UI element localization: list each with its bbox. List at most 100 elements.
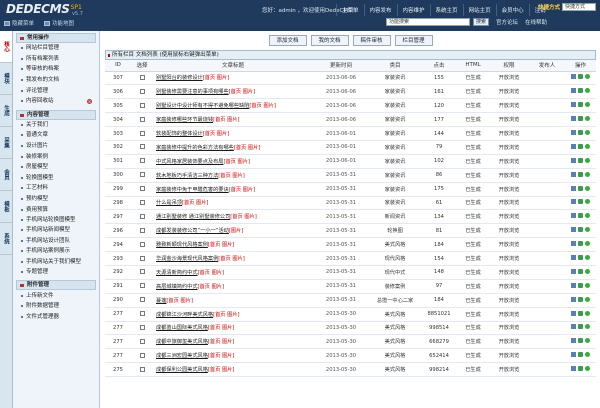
cell-category[interactable]: 家装资讯 [369,84,421,100]
preview-icon[interactable] [578,255,583,261]
document-title-link[interactable]: 天源清新简约中式 [156,270,198,276]
view-icon[interactable] [585,282,590,288]
view-icon[interactable] [585,116,590,122]
cell-category[interactable]: 总揽一中心二家 [369,293,421,308]
edit-icon[interactable] [571,157,576,163]
cell-category[interactable]: 家装资讯 [369,71,421,86]
table-row[interactable]: 301 中式风格家居装饰要点及布局[首页 图片] 2013-06-01 家装资讯 102… [105,154,596,169]
edit-icon[interactable] [571,241,576,247]
sidebar-item[interactable]: 所有档案列表 [16,54,96,65]
cell-category[interactable]: 美式风格 [369,237,421,253]
sidebar-item[interactable]: 专题管理 [16,267,96,278]
preview-icon[interactable] [578,143,583,149]
forum-link[interactable]: 官方论坛 [496,18,518,26]
view-icon[interactable] [585,255,590,261]
table-row[interactable]: 307 别墅阳台的装修设计[首页 图片] 2013-06-06 家装资讯 155 已生成开… [105,71,596,86]
sidebar-item[interactable]: 预约模型 [16,194,96,205]
preview-icon[interactable] [578,102,583,108]
row-checkbox[interactable] [139,227,145,233]
preview-icon[interactable] [578,268,583,274]
sidebar-item[interactable]: 上传新文件 [16,290,96,301]
edit-icon[interactable] [571,88,576,94]
view-icon[interactable] [585,310,590,316]
cell-category[interactable]: 美式风格 [369,321,421,336]
preview-icon[interactable] [578,199,583,205]
row-checkbox[interactable] [139,199,145,205]
preview-icon[interactable] [578,310,583,316]
toggle-function-map[interactable]: 功能地图 [44,19,74,27]
view-icon[interactable] [585,366,590,372]
document-title-link[interactable]: 中式风格家居装饰要点及布局 [156,159,223,165]
row-checkbox[interactable] [139,283,145,289]
tab-generate[interactable]: 生成 [0,95,12,127]
document-title-link[interactable]: 成都发装装修公司“一小一”活动 [156,228,229,234]
sidebar-item[interactable]: 评论管理 [16,85,96,96]
search-button[interactable]: 搜索 [473,18,490,26]
table-row[interactable]: 299 家庭装修中免于甲醛危害的要诀[首页 图片] 2013-05-31 家装资讯 17… [105,182,596,197]
table-row[interactable]: 291 高层城镇简约中式[首页 图片] 2013-05-31 装修案例 97 已生成 开放浏… [105,279,596,294]
preview-icon[interactable] [578,116,583,122]
document-title-link[interactable]: 家庭装修中免于甲醛危害的要诀 [156,187,229,193]
sidebar-item[interactable]: 手机网站轮换图模型 [16,215,96,225]
row-checkbox[interactable] [139,311,145,317]
tab-templates[interactable]: 模板 [0,191,12,223]
row-checkbox[interactable] [139,130,145,136]
sidebar-item[interactable]: 轮换图模型 [16,173,96,184]
view-icon[interactable] [585,227,590,233]
edit-icon[interactable] [571,227,576,233]
preview-icon[interactable] [578,171,583,177]
document-title-link[interactable]: 软木地板巧手清洁三种方法 [156,173,218,179]
edit-icon[interactable] [571,116,576,122]
sidebar-item[interactable]: 手机网站关于我们模型 [16,257,96,267]
sidebar-item[interactable]: 等审核的档案 [16,64,96,75]
row-checkbox[interactable] [139,116,145,122]
tab-modules[interactable]: 模块 [0,63,12,95]
view-icon[interactable] [585,352,590,358]
preview-icon[interactable] [578,324,583,330]
row-checkbox[interactable] [139,186,145,192]
view-icon[interactable] [585,185,590,191]
document-title-link[interactable]: 成都中旅御玺美式风格 [156,339,208,345]
cell-category[interactable]: 美式风格 [369,334,421,350]
table-row[interactable]: 292 天源清新简约中式[首页 图片] 2013-05-31 现代中式 148 已生成 开放… [105,265,596,280]
view-icon[interactable] [585,213,590,219]
table-row[interactable]: 304 家庭装修哪些环节最烧钱[首页 图片] 2013-06-06 家装资讯 177 已生… [105,112,596,128]
category-manage-button[interactable]: 栏目管理 [394,35,433,46]
sidebar-item[interactable]: 普通文章 [16,130,96,141]
document-title-link[interactable]: 通江别墅装修 通江别墅装修公司 [156,214,230,220]
row-checkbox[interactable] [139,172,145,178]
sidebar-group-title[interactable]: 附件管理 [16,280,96,291]
document-title-link[interactable]: 华润金沙海景现代风格案例 [156,256,218,262]
sidebar-item[interactable]: 设计图片 [16,141,96,152]
preview-icon[interactable] [578,227,583,233]
tab-members[interactable]: 会员 [0,159,12,191]
nav-site-home[interactable]: 网站主页 [462,4,496,16]
row-checkbox[interactable] [139,297,145,303]
document-title-link[interactable]: 高层城镇简约中式 [156,284,198,290]
preview-icon[interactable] [578,352,583,358]
table-row[interactable]: 277 成都蓝山国际美式风格[首页 图片] 2013-05-30 美式风格 998514… [105,321,596,336]
edit-icon[interactable] [571,143,576,149]
table-row[interactable]: 275 成都保利公园美式风格[首页 图片] 2013-05-30 美式风格 998214… [105,362,596,378]
preview-icon[interactable] [578,241,583,247]
edit-icon[interactable] [571,255,576,261]
edit-icon[interactable] [571,268,576,274]
view-icon[interactable] [585,338,590,344]
cell-category[interactable]: 美式风格 [369,307,421,322]
cell-category[interactable]: 美式风格 [369,348,421,364]
table-row[interactable]: 277 成都锦江沙河畔美式风格[首页 图片] 2013-05-30 美式风格 88510… [105,307,596,322]
cell-category[interactable]: 家装资讯 [369,182,421,197]
toggle-hide-menu[interactable]: 隐藏菜单 [4,19,34,27]
document-title-link[interactable]: 成都三洲宏园美式风格 [156,353,208,359]
tab-core[interactable]: 核心 [0,31,12,63]
document-title-link[interactable]: 别墅装修需要注意的事项有哪些 [156,89,229,95]
cell-category[interactable]: 美式风格 [369,362,421,378]
add-document-button[interactable]: 添加文档 [268,35,307,46]
view-icon[interactable] [585,241,590,247]
row-checkbox[interactable] [139,102,145,108]
sidebar-item[interactable]: 装修案例 [16,151,96,162]
row-checkbox[interactable] [139,338,145,344]
sidebar-group-title[interactable]: 内容管理 [16,109,96,120]
document-title-link[interactable]: 家庭装修哪些环节最烧钱 [156,117,213,123]
sidebar-item[interactable]: 房屋模型 [16,162,96,173]
